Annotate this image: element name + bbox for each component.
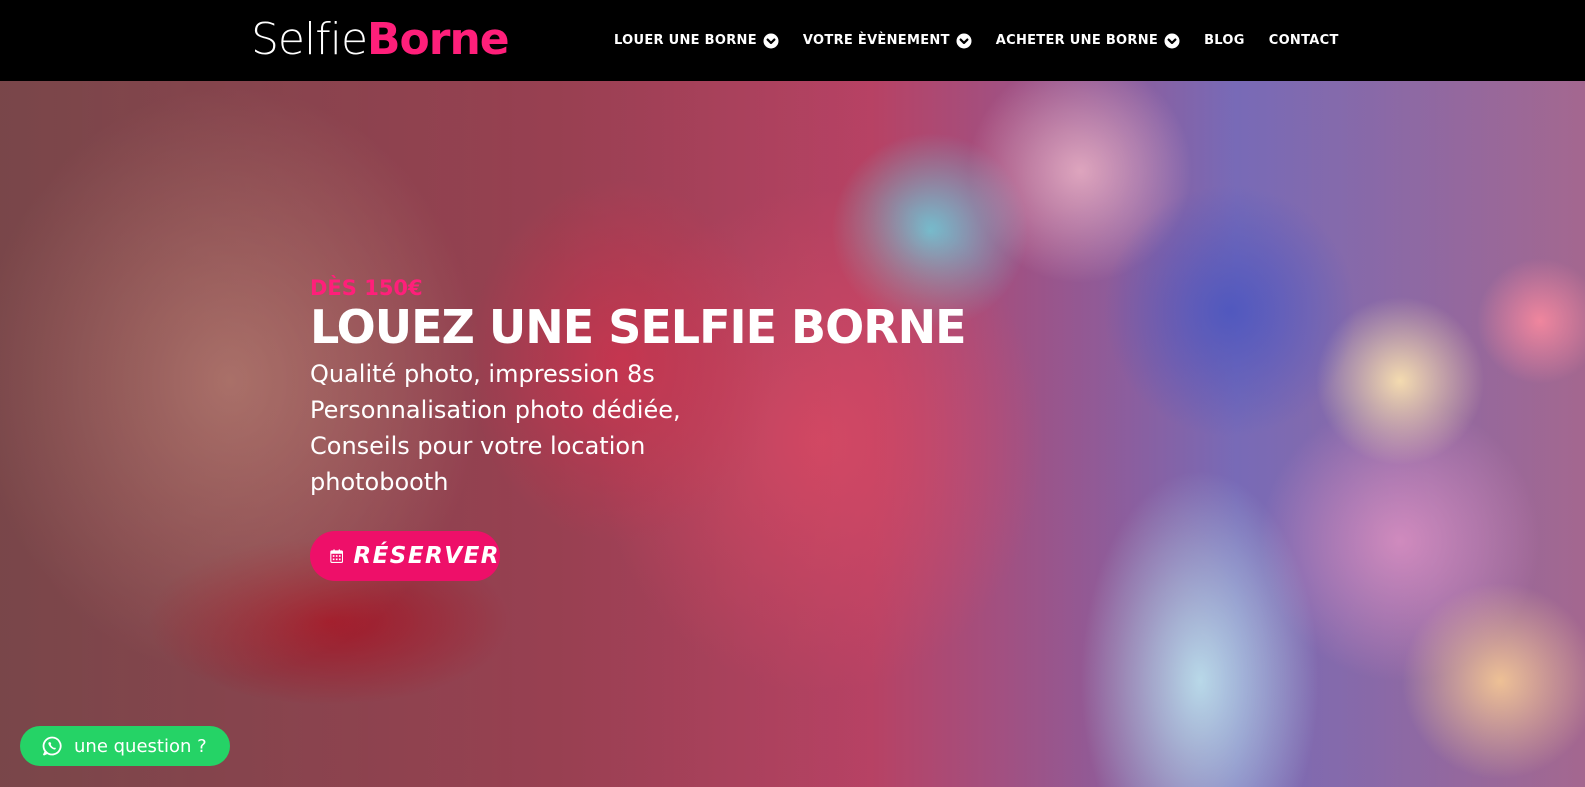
subtitle-line: Qualité photo, impression 8s <box>310 360 655 388</box>
price-tagline: DÈS 150€ <box>310 276 423 300</box>
logo-text-selfie: Selfie <box>251 14 368 65</box>
nav-item-label: LOUER UNE BORNE <box>614 33 757 48</box>
hero-section: DÈS 150€ LOUEZ UNE SELFIE BORNE Qualité … <box>0 81 1585 787</box>
subtitle-line: Conseils pour votre location <box>310 432 646 460</box>
chevron-down-circle-icon <box>1164 33 1180 48</box>
reserve-button-label: RÉSERVER <box>353 543 500 569</box>
nav-item-acheter-une-borne[interactable]: ACHETER UNE BORNE <box>996 33 1180 49</box>
nav-item-votre-evenement[interactable]: VOTRE ÈVÈNEMENT <box>803 33 972 49</box>
nav-item-label: CONTACT <box>1268 33 1339 48</box>
subtitle-line: photobooth <box>310 468 449 496</box>
reserve-button[interactable]: RÉSERVER <box>310 531 500 581</box>
hero-content: DÈS 150€ LOUEZ UNE SELFIE BORNE Qualité … <box>310 276 990 500</box>
site-logo[interactable]: Selfie Borne <box>251 14 510 66</box>
logo-text-borne: Borne <box>367 14 510 65</box>
hero-subtitle: Qualité photo, impression 8s Personnalis… <box>310 356 990 500</box>
page: Selfie Borne LOUER UNE BORNE VOTRE ÈVÈNEM… <box>0 0 1585 787</box>
subtitle-line: Personnalisation photo dédiée, <box>310 396 681 424</box>
whatsapp-icon <box>42 736 62 756</box>
main-nav: LOUER UNE BORNE VOTRE ÈVÈNEMENT ACHETER … <box>614 0 1339 81</box>
hero-headline: LOUEZ UNE SELFIE BORNE <box>310 300 967 354</box>
chevron-down-circle-icon <box>956 33 972 48</box>
nav-item-blog[interactable]: BLOG <box>1204 33 1245 48</box>
whatsapp-chat-label: une question ? <box>74 735 207 757</box>
nav-item-label: ACHETER UNE BORNE <box>995 33 1159 48</box>
site-header: Selfie Borne LOUER UNE BORNE VOTRE ÈVÈNEM… <box>0 0 1585 81</box>
nav-item-label: VOTRE ÈVÈNEMENT <box>802 33 950 48</box>
nav-item-contact[interactable]: CONTACT <box>1269 33 1339 48</box>
nav-item-label: BLOG <box>1204 33 1245 48</box>
chevron-down-circle-icon <box>763 33 779 48</box>
calendar-icon <box>330 549 344 563</box>
whatsapp-chat-button[interactable]: une question ? <box>20 726 230 766</box>
nav-item-louer-une-borne[interactable]: LOUER UNE BORNE <box>614 33 779 49</box>
